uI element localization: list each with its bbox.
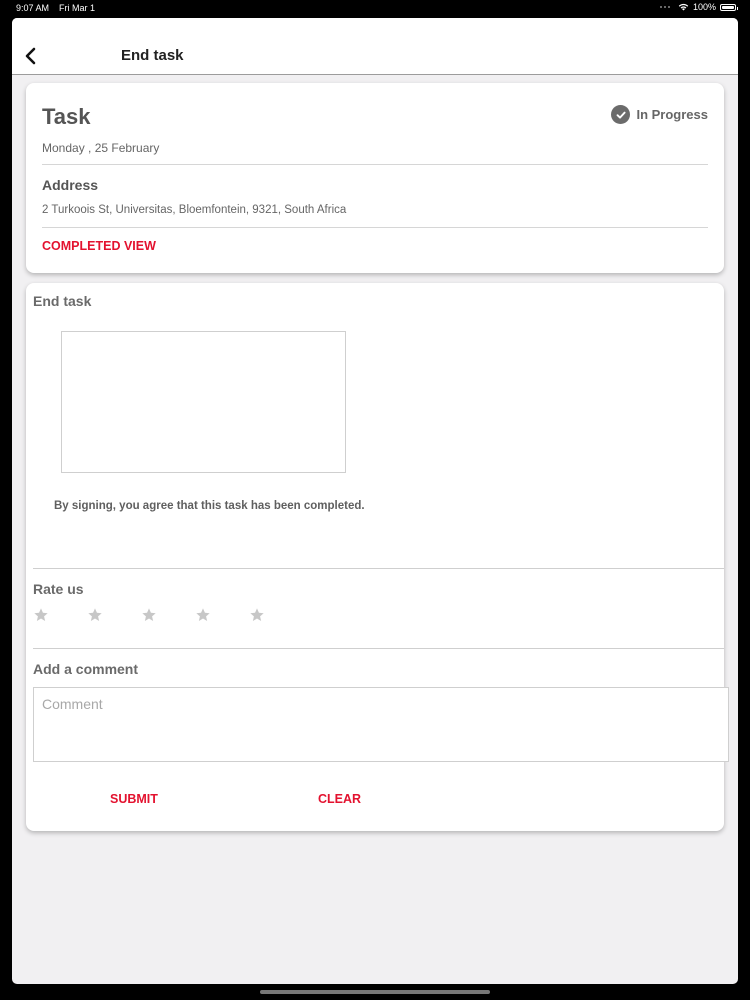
star-icon[interactable] <box>249 607 265 623</box>
battery-percent: 100% <box>692 2 716 12</box>
submit-button[interactable]: SUBMIT <box>110 792 158 806</box>
end-task-card: End task By signing, you agree that this… <box>26 283 729 831</box>
navigation-bar: End task <box>12 18 738 75</box>
address-label: Address <box>42 177 99 193</box>
divider <box>42 227 708 228</box>
completed-view-button[interactable]: COMPLETED VIEW <box>42 239 156 253</box>
page-title: End task <box>121 47 184 64</box>
status-text: In Progress <box>636 107 708 122</box>
wifi-icon <box>678 3 689 11</box>
status-time: 9:07 AM <box>16 3 50 13</box>
star-icon[interactable] <box>33 607 49 623</box>
status-bar: 9:07 AM Fri Mar 1 100% <box>0 0 750 16</box>
divider <box>33 568 724 569</box>
check-circle-icon <box>611 105 631 124</box>
add-comment-heading: Add a comment <box>33 661 139 677</box>
address-value: 2 Turkoois St, Universitas, Bloemfontein… <box>42 204 347 216</box>
status-indicators: 100% <box>659 2 738 12</box>
task-title: Task <box>42 104 91 129</box>
home-indicator <box>260 990 490 994</box>
comment-input[interactable] <box>33 687 729 762</box>
clear-button[interactable]: CLEAR <box>318 792 361 806</box>
end-task-heading: End task <box>33 293 92 309</box>
star-icon[interactable] <box>141 607 157 623</box>
task-card: Task In Progress Monday , 25 February Ad… <box>26 83 724 273</box>
rate-us-heading: Rate us <box>33 581 84 597</box>
task-date: Monday , 25 February <box>42 141 160 155</box>
signature-pad[interactable] <box>61 331 346 473</box>
multitasking-dots-icon <box>659 6 670 8</box>
status-badge: In Progress <box>611 105 708 124</box>
star-icon[interactable] <box>87 607 103 623</box>
chevron-left-icon[interactable] <box>22 46 40 66</box>
divider <box>42 164 708 165</box>
battery-icon <box>720 3 738 11</box>
signature-agreement-text: By signing, you agree that this task has… <box>54 500 365 512</box>
star-icon[interactable] <box>195 607 211 623</box>
app-screen: End task Task In Progress Monday , 25 Fe… <box>12 18 738 984</box>
divider <box>33 648 724 649</box>
star-rating[interactable] <box>33 607 303 623</box>
status-date: Fri Mar 1 <box>59 3 95 13</box>
